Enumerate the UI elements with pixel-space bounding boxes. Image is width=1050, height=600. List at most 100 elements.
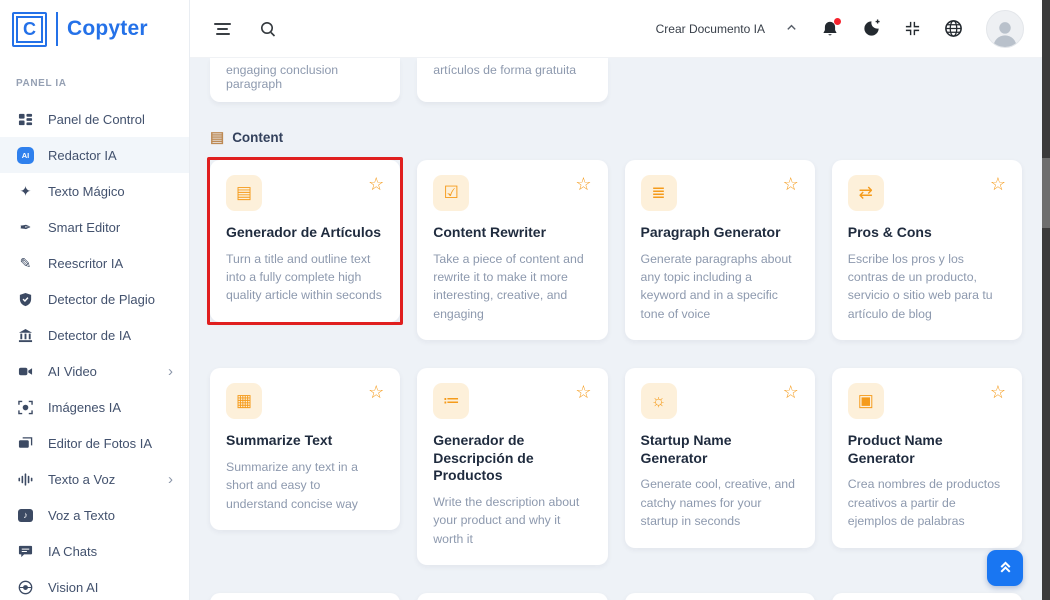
building-columns-icon — [16, 328, 35, 343]
create-document-label: Crear Documento IA — [656, 22, 765, 36]
tool-card-description: Crea nombres de productos creativos a pa… — [848, 475, 1006, 530]
article-doc-icon: ▤ — [226, 175, 262, 211]
tool-card-paragraph-generator[interactable]: ≣ ☆ Paragraph Generator Generate paragra… — [625, 160, 815, 340]
summary-doc-icon: ▦ — [226, 383, 262, 419]
content-area: engaging conclusion paragraph artículos … — [190, 58, 1050, 600]
partial-card-text: engaging conclusion paragraph — [226, 63, 338, 91]
logo-mark-icon: C — [12, 12, 47, 47]
sidebar: C Copyter PANEL IA Panel de Control › AI… — [0, 0, 190, 600]
tool-card-startup-name-generator[interactable]: ☼ ☆ Startup Name Generator Generate cool… — [625, 368, 815, 547]
tool-card-description: Generate paragraphs about any topic incl… — [641, 250, 799, 324]
tool-card-title: Content Rewriter — [433, 224, 591, 242]
sidebar-item-detector-de-ia[interactable]: Detector de IA › — [0, 317, 189, 353]
tool-card-description: Generate cool, creative, and catchy name… — [641, 475, 799, 530]
tool-card-title: Generador de Artículos — [226, 224, 384, 242]
sidebar-item-ia-chats[interactable]: IA Chats › — [0, 533, 189, 569]
pencil-icon: ✎ — [16, 255, 35, 272]
app-window: C Copyter PANEL IA Panel de Control › AI… — [0, 0, 1050, 600]
favorite-star-icon[interactable]: ☆ — [783, 383, 799, 401]
checkbox-icon: ☑ — [433, 175, 469, 211]
partial-card-text: artículos de forma gratuita — [433, 63, 576, 77]
create-document-dropdown[interactable]: Crear Documento IA — [656, 21, 798, 37]
sparkles-icon: ✦ — [16, 183, 35, 200]
tool-card-title: Product Name Generator — [848, 432, 1006, 467]
product-box-icon: ▣ — [848, 383, 884, 419]
sidebar-item-redactor-ia[interactable]: AI Redactor IA › — [0, 137, 189, 173]
sidebar-item-smart-editor[interactable]: ✒ Smart Editor › — [0, 209, 189, 245]
logo-divider — [56, 12, 58, 46]
tool-card-generador-de-ensayos[interactable]: § ☆ Generador de Ensayos Crea ensayos ac… — [210, 593, 400, 600]
top-header: Crear Documento IA — [190, 0, 1050, 58]
sidebar-item-editor-de-fotos-ia[interactable]: Editor de Fotos IA › — [0, 425, 189, 461]
shield-check-icon — [16, 292, 35, 307]
partial-cards-row: engaging conclusion paragraph artículos … — [210, 58, 1022, 102]
tool-card-generador-de-descripcion-de-productos[interactable]: ≔ ☆ Generador de Descripción de Producto… — [417, 368, 607, 565]
quill-icon: ✒ — [16, 219, 35, 236]
sidebar-item-texto-magico[interactable]: ✦ Texto Mágico › — [0, 173, 189, 209]
notifications-bell-icon[interactable] — [821, 20, 839, 38]
sidebar-item-ai-video[interactable]: AI Video › — [0, 353, 189, 389]
checklist-icon: ≔ — [433, 383, 469, 419]
tool-card-pros-cons[interactable]: ⇄ ☆ Pros & Cons Escribe los pros y los c… — [832, 160, 1022, 340]
tool-card-extensor-de-texto[interactable]: ↔ ☆ Extensor de texto Amplie sus frases … — [832, 593, 1022, 600]
app-logo[interactable]: C Copyter — [0, 0, 189, 58]
favorite-star-icon[interactable]: ☆ — [990, 383, 1006, 401]
sidebar-item-vision-ai[interactable]: Vision AI › — [0, 569, 189, 600]
tool-card-description: Escribe los pros y los contras de un pro… — [848, 250, 1006, 324]
logo-text: Copyter — [67, 17, 148, 41]
vision-eye-icon — [16, 580, 35, 595]
sidebar-nav: Panel de Control › AI Redactor IA › ✦ Te… — [0, 101, 189, 600]
sidebar-item-detector-de-plagio[interactable]: Detector de Plagio › — [0, 281, 189, 317]
tool-card-generador-de-historias[interactable]: ▥ ☆ Generador de Historias Permita que l… — [417, 593, 607, 600]
favorite-star-icon[interactable]: ☆ — [575, 175, 591, 193]
partial-tool-card[interactable]: artículos de forma gratuita — [417, 58, 607, 102]
favorite-star-icon[interactable]: ☆ — [575, 383, 591, 401]
tool-card-title: Pros & Cons — [848, 224, 1006, 242]
sidebar-item-voz-a-texto[interactable]: ♪ Voz a Texto › — [0, 497, 189, 533]
tool-card-description: Take a piece of content and rewrite it t… — [433, 250, 591, 324]
user-avatar[interactable] — [986, 10, 1024, 48]
favorite-star-icon[interactable]: ☆ — [990, 175, 1006, 193]
fullscreen-icon[interactable] — [904, 20, 921, 37]
sidebar-item-texto-a-voz[interactable]: Texto a Voz › — [0, 461, 189, 497]
favorite-star-icon[interactable]: ☆ — [783, 175, 799, 193]
chevron-up-icon — [785, 21, 798, 37]
camera-focus-icon — [16, 400, 35, 415]
tool-card-title: Paragraph Generator — [641, 224, 799, 242]
tool-card-title: Startup Name Generator — [641, 432, 799, 467]
dark-mode-moon-icon[interactable] — [862, 19, 881, 38]
chevron-right-icon: › — [168, 364, 173, 379]
sidebar-section-label: PANEL IA — [0, 58, 189, 101]
scroll-icon: ▤ — [210, 128, 224, 146]
menu-icon[interactable] — [214, 23, 231, 35]
favorite-star-icon[interactable]: ☆ — [368, 383, 384, 401]
chevron-right-icon: › — [168, 472, 173, 487]
tool-card-summarize-text[interactable]: ▦ ☆ Summarize Text Summarize any text in… — [210, 368, 400, 530]
sidebar-item-panel-de-control[interactable]: Panel de Control › — [0, 101, 189, 137]
partial-tool-card[interactable]: engaging conclusion paragraph — [210, 58, 400, 102]
search-icon[interactable] — [259, 20, 277, 38]
tool-card-description: Summarize any text in a short and easy t… — [226, 458, 384, 513]
paragraph-list-icon: ≣ — [641, 175, 677, 211]
page-scrollbar[interactable] — [1042, 0, 1050, 600]
tool-card-title: Summarize Text — [226, 432, 384, 450]
sidebar-item-reescritor-ia[interactable]: ✎ Reescritor IA › — [0, 245, 189, 281]
tool-card-product-name-generator[interactable]: ▣ ☆ Product Name Generator Crea nombres … — [832, 368, 1022, 547]
ai-chip-icon: AI — [16, 147, 35, 164]
tool-card-content-rewriter[interactable]: ☑ ☆ Content Rewriter Take a piece of con… — [417, 160, 607, 340]
grid-icon — [16, 112, 35, 127]
sidebar-item-imagenes-ia[interactable]: Imágenes IA › — [0, 389, 189, 425]
language-globe-icon[interactable] — [944, 19, 963, 38]
chat-bubble-icon — [16, 544, 35, 559]
section-title: Content — [232, 130, 283, 145]
tool-card-corrector-gramatical[interactable]: AB✓ ☆ Corrector Gramatical Asegúrese de … — [625, 593, 815, 600]
favorite-star-icon[interactable]: ☆ — [368, 175, 384, 193]
photo-editor-icon — [16, 436, 35, 451]
tool-card-generador-de-articulos[interactable]: ▤ ☆ Generador de Artículos Turn a title … — [210, 160, 400, 322]
video-camera-icon — [16, 364, 35, 379]
waveform-icon — [16, 472, 35, 487]
scrollbar-thumb[interactable] — [1042, 158, 1050, 228]
scroll-to-top-button[interactable] — [987, 550, 1023, 586]
tools-grid: ▤ ☆ Generador de Artículos Turn a title … — [210, 160, 1022, 600]
notification-dot — [834, 18, 841, 25]
